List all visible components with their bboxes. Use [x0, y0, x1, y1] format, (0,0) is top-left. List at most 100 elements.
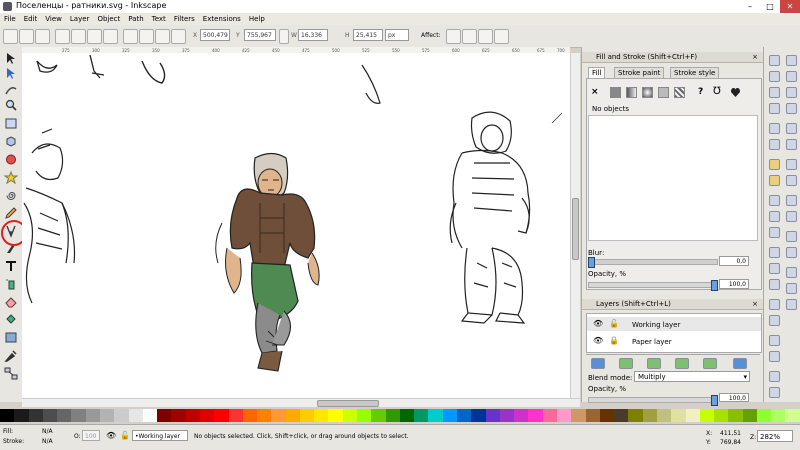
close-icon[interactable]: × — [752, 52, 758, 62]
no-paint-icon[interactable]: × — [591, 87, 599, 98]
zoom-page-icon[interactable] — [769, 279, 780, 290]
stroke-indicator-value[interactable]: N/A — [42, 438, 53, 445]
spray-tool-icon[interactable] — [4, 277, 18, 290]
color-swatch[interactable] — [671, 409, 686, 422]
layer-name[interactable]: Working layer — [632, 321, 680, 329]
lock-icon[interactable]: 🔓 — [120, 431, 130, 440]
snap-centers-icon[interactable] — [786, 231, 797, 242]
units-select[interactable]: px — [385, 29, 409, 41]
color-swatch[interactable] — [728, 409, 743, 422]
zoom-drawing-icon[interactable] — [769, 263, 780, 274]
color-swatch[interactable] — [756, 409, 772, 422]
layer-opacity-slider[interactable] — [588, 395, 718, 406]
print-icon[interactable] — [769, 103, 780, 114]
fill-opacity-slider[interactable] — [588, 280, 718, 291]
pattern-icon[interactable] — [674, 87, 685, 98]
layer-name[interactable]: Paper layer — [632, 338, 672, 346]
unknown-paint-icon[interactable]: ? — [698, 87, 703, 98]
menu-text[interactable]: Text — [148, 13, 170, 25]
color-swatch[interactable] — [42, 409, 58, 422]
raise-to-top-icon[interactable] — [123, 29, 138, 44]
color-swatch[interactable] — [599, 409, 615, 422]
fill-rule-icon[interactable] — [730, 87, 741, 98]
menu-help[interactable]: Help — [245, 13, 269, 25]
color-swatch[interactable] — [157, 409, 172, 422]
eye-icon[interactable]: 👁 — [593, 336, 603, 345]
fill-opacity-field[interactable]: 100,0 — [719, 279, 749, 289]
snap-rotation-center-icon[interactable] — [786, 247, 797, 258]
affect-gradients-icon[interactable] — [478, 29, 493, 44]
color-swatch[interactable] — [242, 409, 258, 422]
lock-proportions-icon[interactable] — [279, 29, 289, 44]
menu-extensions[interactable]: Extensions — [199, 13, 245, 25]
blur-field[interactable]: 0,0 — [719, 256, 749, 266]
color-swatch[interactable] — [114, 409, 129, 422]
color-swatch[interactable] — [742, 409, 757, 422]
snap-cusp-nodes-icon[interactable] — [786, 175, 797, 186]
color-swatch[interactable] — [685, 409, 700, 422]
color-palette[interactable] — [0, 409, 800, 422]
horizontal-scrollbar[interactable] — [22, 398, 580, 407]
color-swatch[interactable] — [171, 409, 186, 422]
color-swatch[interactable] — [357, 409, 372, 422]
snap-grid-icon[interactable] — [786, 283, 797, 294]
unset-paint-icon[interactable]: ℧ — [713, 86, 721, 97]
color-swatch[interactable] — [371, 409, 386, 422]
color-swatch[interactable] — [442, 409, 457, 422]
opacity-field[interactable]: 100 — [82, 430, 100, 441]
eye-icon[interactable]: 👁 — [106, 431, 116, 440]
w-field[interactable]: 16,336 — [298, 29, 328, 41]
lower-icon[interactable] — [155, 29, 170, 44]
color-swatch[interactable] — [499, 409, 515, 422]
text-tool-icon[interactable] — [4, 259, 18, 272]
snap-bbox-edges-icon[interactable] — [786, 87, 797, 98]
color-swatch[interactable] — [385, 409, 400, 422]
color-swatch[interactable] — [185, 409, 200, 422]
import-icon[interactable] — [769, 123, 780, 134]
dropper-tool-icon[interactable] — [4, 349, 18, 362]
layer-opacity-field[interactable]: 100,0 — [719, 393, 749, 402]
copy-icon[interactable] — [769, 195, 780, 206]
color-swatch[interactable] — [471, 409, 486, 422]
menu-path[interactable]: Path — [124, 13, 147, 25]
snap-intersections-icon[interactable] — [786, 159, 797, 170]
rotate-ccw-icon[interactable] — [55, 29, 70, 44]
ellipse-tool-icon[interactable] — [4, 153, 18, 166]
x-field[interactable]: 500,479 — [200, 29, 230, 41]
color-swatch[interactable] — [414, 409, 429, 422]
radial-gradient-icon[interactable] — [642, 87, 653, 98]
affect-stroke-width-icon[interactable] — [446, 29, 461, 44]
zoom-tool-icon[interactable] — [4, 99, 18, 112]
color-swatch[interactable] — [571, 409, 586, 422]
snap-bbox-icon[interactable] — [786, 71, 797, 82]
clone-icon[interactable] — [769, 315, 780, 326]
maximize-button[interactable]: □ — [760, 0, 780, 13]
cut-icon[interactable] — [769, 211, 780, 222]
close-button[interactable]: ✕ — [780, 0, 800, 13]
export-icon[interactable] — [769, 139, 780, 150]
eye-icon[interactable]: 👁 — [593, 319, 603, 328]
flat-color-icon[interactable] — [610, 87, 621, 98]
linear-gradient-icon[interactable] — [626, 87, 637, 98]
h-field[interactable]: 25,415 — [353, 29, 383, 41]
flip-horizontal-icon[interactable] — [87, 29, 102, 44]
color-swatch[interactable] — [428, 409, 443, 422]
close-icon[interactable]: × — [752, 299, 758, 309]
color-swatch[interactable] — [714, 409, 729, 422]
add-layer-button[interactable] — [591, 358, 605, 369]
color-swatch[interactable] — [399, 409, 415, 422]
open-icon[interactable] — [769, 71, 780, 82]
color-swatch[interactable] — [585, 409, 600, 422]
color-swatch[interactable] — [57, 409, 72, 422]
raise-icon[interactable] — [139, 29, 154, 44]
fill-stroke-dialog-icon[interactable] — [769, 371, 780, 382]
fill-indicator-value[interactable]: N/A — [42, 428, 53, 435]
color-swatch[interactable] — [85, 409, 100, 422]
rectangle-tool-icon[interactable] — [4, 117, 18, 130]
color-swatch[interactable] — [299, 409, 315, 422]
ungroup-icon[interactable] — [769, 351, 780, 362]
color-swatch[interactable] — [271, 409, 286, 422]
select-all-icon[interactable] — [3, 29, 18, 44]
lock-icon[interactable]: 🔓 — [609, 319, 619, 328]
color-swatch[interactable] — [328, 409, 343, 422]
